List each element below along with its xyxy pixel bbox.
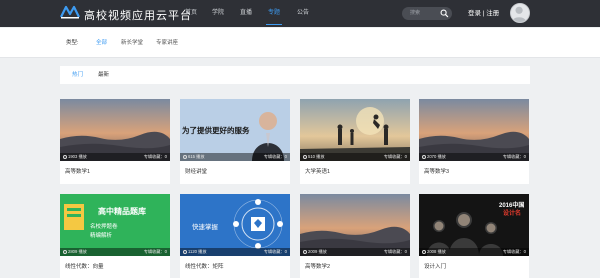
thumbnail-heading: 高中精品题库 — [98, 207, 146, 216]
album-favorites: 专辑收藏：0 — [502, 249, 526, 254]
tab-hot[interactable]: 热门 — [72, 66, 83, 84]
thumbnail-subtitle: 精编解析 — [90, 233, 113, 239]
album-favorites: 专辑收藏：0 — [263, 249, 287, 254]
course-card[interactable]: 高中精品题库 名校押题卷 精编解析 2809 播放 专辑收藏：0 线性代数：向量 — [60, 194, 170, 278]
album-favorites: 专辑收藏：0 — [383, 154, 407, 159]
nav-announcements[interactable]: 公告 — [297, 0, 309, 27]
course-card[interactable]: 2070 播放 专辑收藏：0 高等数学3 — [419, 99, 529, 184]
play-icon — [303, 249, 307, 254]
login-register-link[interactable]: 登录 | 注册 — [468, 0, 499, 27]
sunset-thumbnail-image — [300, 194, 410, 256]
view-count: 510 播放 — [303, 153, 325, 161]
tab-latest[interactable]: 最新 — [98, 66, 109, 84]
user-avatar-icon — [511, 6, 527, 22]
view-count: 2809 播放 — [63, 248, 87, 256]
course-title[interactable]: 高等数学2 — [305, 256, 330, 278]
course-title[interactable]: 线性代数：向量 — [65, 256, 104, 278]
thumbnail-caption: 为了提供更好的服务 — [182, 126, 250, 135]
thumbnail-subtitle: 名校押题卷 — [90, 224, 118, 230]
filter-expert-lecture[interactable]: 专家讲座 — [156, 28, 178, 58]
album-favorites: 专辑收藏：0 — [383, 249, 407, 254]
sunset-thumbnail-image — [419, 99, 529, 161]
search-input[interactable]: 搜索 — [410, 7, 420, 20]
family-thumbnail-image — [300, 99, 410, 161]
course-thumbnail[interactable]: 1903 播放 专辑收藏：0 — [60, 99, 170, 161]
search-icon[interactable] — [440, 9, 449, 18]
album-favorites: 专辑收藏：0 — [143, 154, 167, 159]
course-thumbnail[interactable]: 2070 播放 专辑收藏：0 — [419, 99, 529, 161]
course-card[interactable]: 510 播放 专辑收藏：0 大学英语1 — [300, 99, 410, 184]
course-card[interactable]: 2009 播放 专辑收藏：0 高等数学2 — [300, 194, 410, 278]
course-title[interactable]: 大学英语1 — [305, 161, 330, 183]
platform-logo-icon[interactable] — [60, 5, 80, 19]
course-thumbnail[interactable]: 快速掌握 1120 播放 专辑收藏：0 — [180, 194, 290, 256]
platform-title: 高校视频应用云平台 — [84, 10, 192, 22]
view-count: 2009 播放 — [303, 248, 327, 256]
sunset-thumbnail-image — [60, 99, 170, 161]
play-icon — [63, 154, 67, 159]
sort-tabs: 热门 最新 — [60, 66, 530, 84]
play-icon — [183, 249, 187, 254]
category-filter-bar: 类型: 全部 新长学堂 专家讲座 — [0, 28, 600, 58]
view-count: 615 播放 — [183, 153, 205, 161]
course-thumbnail[interactable]: 高中精品题库 名校押题卷 精编解析 2809 播放 专辑收藏：0 — [60, 194, 170, 256]
course-thumbnail[interactable]: 2016中国 设计名 2008 播放 专辑收藏：0 — [419, 194, 529, 256]
course-title[interactable]: 财经讲堂 — [185, 161, 207, 183]
play-icon — [303, 154, 307, 159]
filter-all[interactable]: 全部 — [96, 28, 107, 58]
view-count: 1120 播放 — [183, 248, 207, 256]
album-favorites: 专辑收藏：0 — [263, 154, 287, 159]
album-favorites: 专辑收藏：0 — [143, 249, 167, 254]
filter-type-label: 类型: — [66, 40, 79, 46]
thumbnail-subtitle: 设计名 — [503, 211, 522, 217]
album-favorites: 专辑收藏：0 — [502, 154, 526, 159]
nav-live[interactable]: 直播 — [240, 0, 252, 27]
avatar[interactable] — [510, 3, 530, 23]
play-icon — [63, 249, 67, 254]
view-count: 1903 播放 — [63, 153, 87, 161]
course-card[interactable]: 2016中国 设计名 2008 播放 专辑收藏：0 设计入门 — [419, 194, 529, 278]
nav-topics[interactable]: 专题 — [265, 0, 283, 27]
nav-college[interactable]: 学院 — [212, 0, 224, 27]
view-count: 2070 播放 — [422, 153, 446, 161]
course-card[interactable]: 快速掌握 1120 播放 专辑收藏：0 线性代数：矩阵 — [180, 194, 290, 278]
play-icon — [422, 154, 426, 159]
thumbnail-caption: 快速掌握 — [192, 224, 218, 231]
course-title[interactable]: 设计入门 — [424, 256, 446, 278]
course-title[interactable]: 线性代数：矩阵 — [185, 256, 224, 278]
course-thumbnail[interactable]: 2009 播放 专辑收藏：0 — [300, 194, 410, 256]
course-card[interactable]: 为了提供更好的服务 615 播放 专辑收藏：0 财经讲堂 — [180, 99, 290, 184]
course-title[interactable]: 高等数学3 — [424, 161, 449, 183]
course-title[interactable]: 高等数学1 — [65, 161, 90, 183]
course-card[interactable]: 1903 播放 专辑收藏：0 高等数学1 — [60, 99, 170, 184]
course-thumbnail[interactable]: 510 播放 专辑收藏：0 — [300, 99, 410, 161]
view-count: 2008 播放 — [422, 248, 446, 256]
top-navigation-bar: 高校视频应用云平台 首页 学院 直播 专题 公告 搜索 登录 | 注册 — [0, 0, 600, 27]
course-thumbnail[interactable]: 为了提供更好的服务 615 播放 专辑收藏：0 — [180, 99, 290, 161]
filter-xinchang-classroom[interactable]: 新长学堂 — [121, 28, 143, 58]
nav-home[interactable]: 首页 — [185, 0, 197, 27]
play-icon — [422, 249, 426, 254]
search-box[interactable]: 搜索 — [402, 7, 452, 20]
play-icon — [183, 154, 187, 159]
